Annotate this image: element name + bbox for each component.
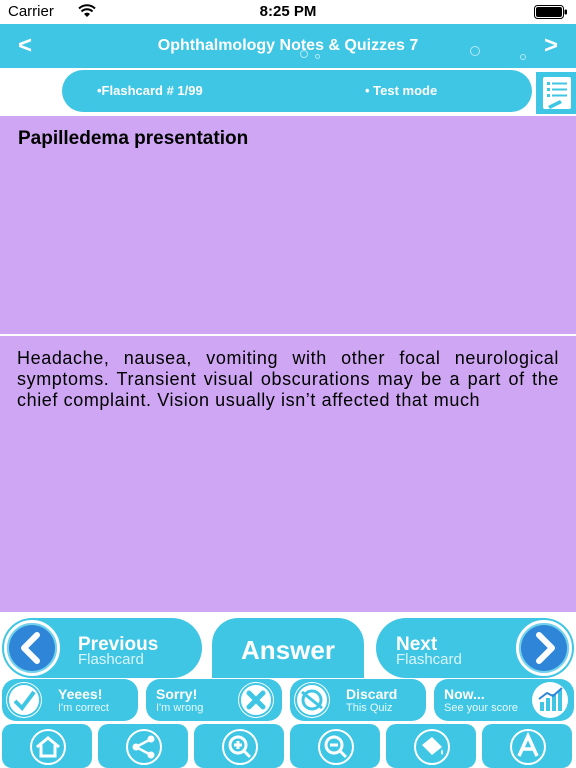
chevron-right-icon <box>516 620 572 676</box>
tool-bar <box>0 722 576 768</box>
zoom-in-icon <box>222 729 258 765</box>
bar-chart-icon <box>532 682 568 718</box>
discard-quiz-button[interactable]: Discard This Quiz <box>290 679 426 721</box>
flashcard-info-pill: •Flashcard # 1/99 • Test mode <box>62 70 532 112</box>
previous-flashcard-button[interactable]: Previous Flashcard <box>2 618 202 678</box>
quiz-status-row: Yeees! I'm correct Sorry! I'm wrong Disc… <box>0 678 576 722</box>
home-icon <box>30 729 66 765</box>
battery-icon <box>534 5 568 19</box>
clock: 8:25 PM <box>259 3 317 20</box>
wrong-button[interactable]: Sorry! I'm wrong <box>146 679 282 721</box>
next-flashcard-button[interactable]: Next Flashcard <box>376 618 574 678</box>
score-sublabel: See your score <box>444 702 518 714</box>
flashcard-header: •Flashcard # 1/99 • Test mode <box>0 68 576 116</box>
zoom-out-icon <box>318 729 354 765</box>
discard-icon <box>294 682 330 718</box>
forward-button[interactable]: > <box>544 32 558 60</box>
question-panel: Papilledema presentation <box>0 116 576 334</box>
question-text: Papilledema presentation <box>18 128 249 149</box>
wrong-label: Sorry! <box>156 686 198 702</box>
checkmark-icon <box>6 682 42 718</box>
answer-text: Headache, nausea, vomiting with other fo… <box>17 348 559 410</box>
next-sublabel: Flashcard <box>396 651 462 668</box>
correct-sublabel: I'm correct <box>58 702 109 714</box>
text-size-button[interactable] <box>482 724 572 768</box>
chevron-left-icon <box>4 620 60 676</box>
action-bar: Previous Flashcard Answer Next Flashcard <box>0 612 576 684</box>
answer-panel: Headache, nausea, vomiting with other fo… <box>0 336 576 612</box>
share-icon <box>126 729 162 765</box>
discard-sublabel: This Quiz <box>346 702 393 714</box>
previous-sublabel: Flashcard <box>78 651 144 668</box>
discard-label: Discard <box>346 686 398 702</box>
cross-icon <box>238 682 274 718</box>
wrong-sublabel: I'm wrong <box>156 702 204 714</box>
app-screen: Carrier 8:25 PM < Ophthalmology Notes & … <box>0 0 576 768</box>
answer-label: Answer <box>241 635 335 665</box>
list-button[interactable] <box>536 72 576 114</box>
theme-color-button[interactable] <box>386 724 476 768</box>
score-button[interactable]: Now... See your score <box>434 679 574 721</box>
score-label: Now... <box>444 686 485 702</box>
test-mode-toggle[interactable]: • Test mode <box>365 83 437 98</box>
list-icon <box>543 77 571 109</box>
answer-button[interactable]: Answer <box>212 618 364 684</box>
share-button[interactable] <box>98 724 188 768</box>
zoom-in-button[interactable] <box>194 724 284 768</box>
text-size-icon <box>510 729 546 765</box>
home-button[interactable] <box>2 724 92 768</box>
zoom-out-button[interactable] <box>290 724 380 768</box>
paint-bucket-icon <box>414 729 450 765</box>
correct-button[interactable]: Yeees! I'm correct <box>2 679 138 721</box>
correct-label: Yeees! <box>58 686 103 702</box>
navigation-bar: < Ophthalmology Notes & Quizzes 7 > <box>0 24 576 68</box>
status-bar: Carrier 8:25 PM <box>0 0 576 24</box>
flashcard-counter: •Flashcard # 1/99 <box>97 83 203 98</box>
page-title: Ophthalmology Notes & Quizzes 7 <box>157 37 419 54</box>
